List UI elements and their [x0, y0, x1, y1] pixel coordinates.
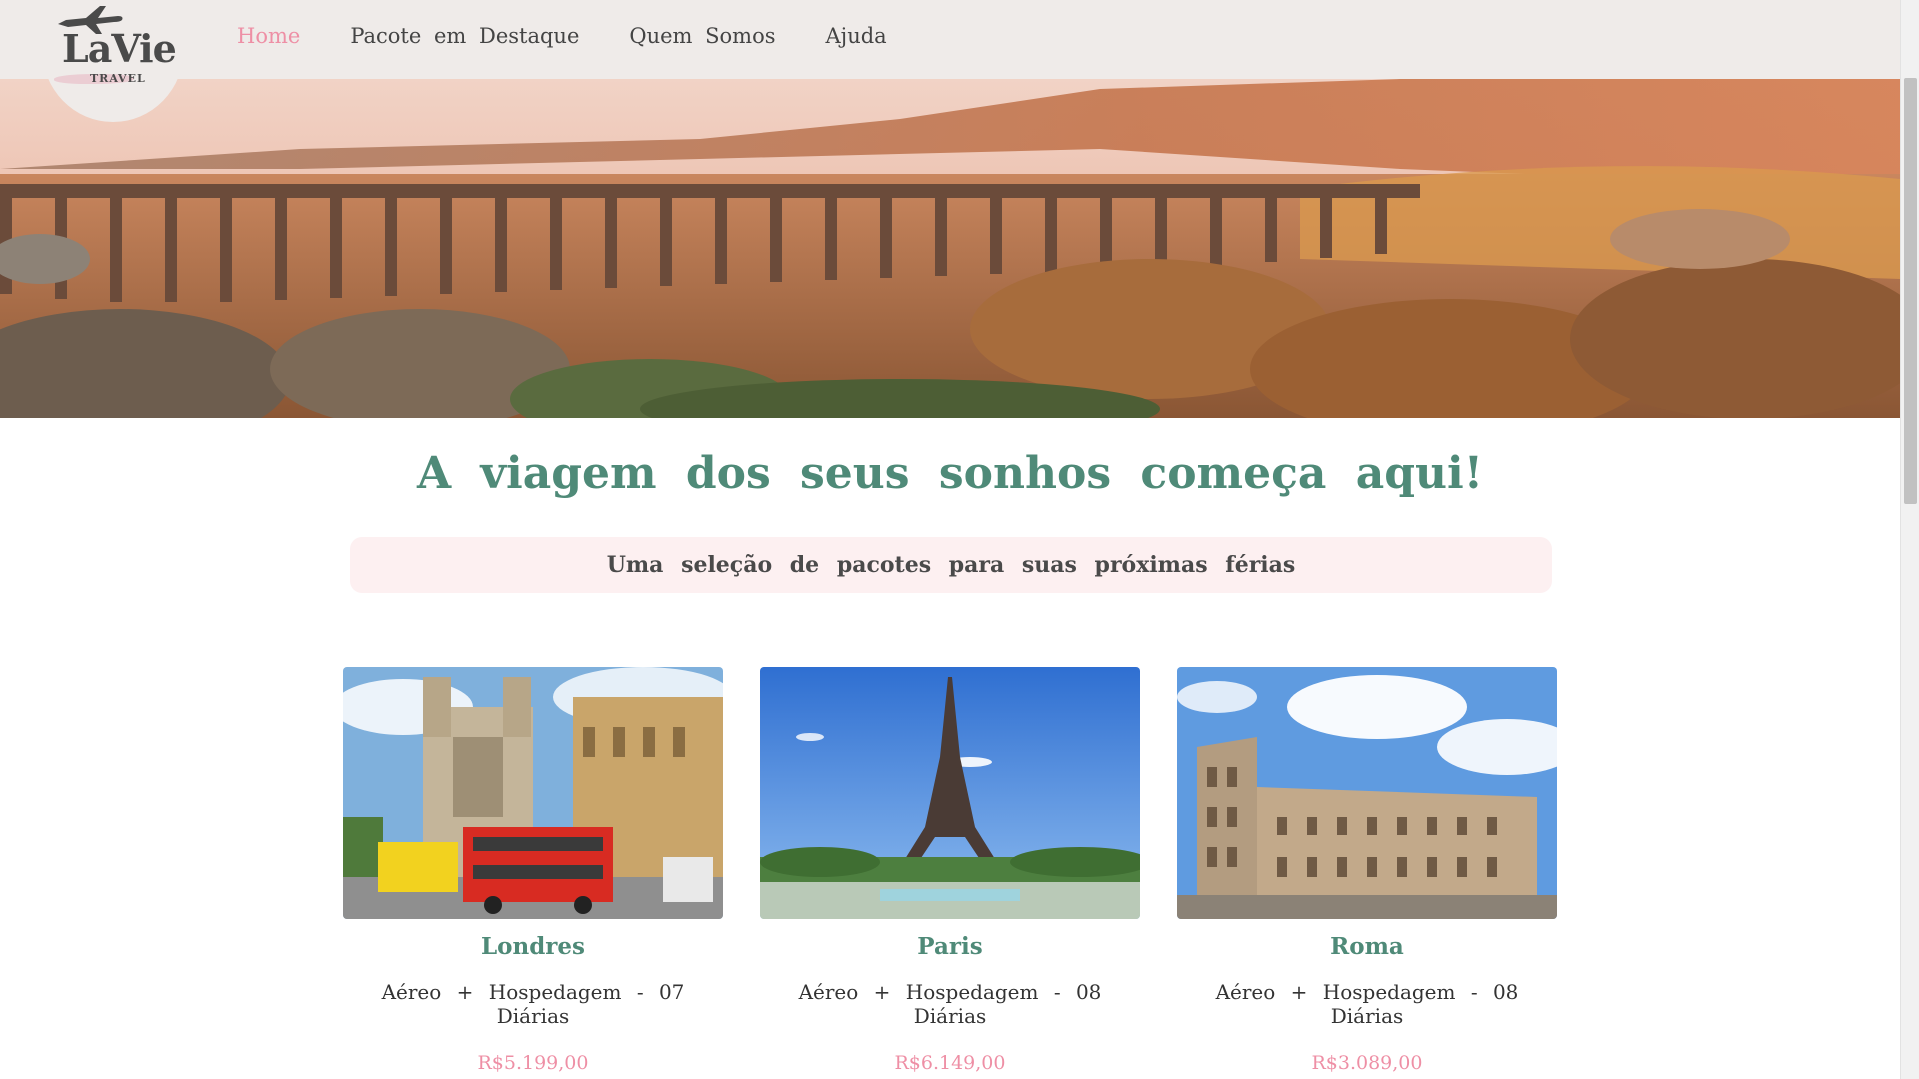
page-subtitle: Uma seleção de pacotes para suas próxima…	[606, 552, 1296, 578]
page: Home Pacote em Destaque Quem Somos Ajuda…	[0, 0, 1919, 1079]
nav-menu: Home Pacote em Destaque Quem Somos Ajuda	[237, 24, 937, 48]
package-card-londres[interactable]: Londres Aéreo + Hospedagem - 07 Diárias …	[343, 667, 723, 1079]
brand-logo[interactable]: LaVie TRAVEL	[50, 2, 180, 88]
rome-photo[interactable]	[1177, 667, 1557, 919]
package-city: Roma	[1330, 933, 1404, 960]
paris-eiffel-tower-photo	[760, 667, 1140, 919]
brand-tagline: TRAVEL	[90, 72, 146, 85]
package-card-paris[interactable]: Paris Aéreo + Hospedagem - 08 Diárias R$…	[760, 667, 1140, 1079]
package-description: Aéreo + Hospedagem - 08 Diárias	[798, 980, 1102, 1028]
nav-item-help[interactable]: Ajuda	[826, 24, 887, 48]
page-headline: A viagem dos seus sonhos começa aqui!	[416, 448, 1484, 499]
hero-banner	[0, 79, 1900, 418]
package-city: Paris	[917, 933, 983, 960]
package-city: Londres	[480, 933, 586, 960]
viaduct-landscape-image	[0, 79, 1900, 418]
package-cards: Londres Aéreo + Hospedagem - 07 Diárias …	[343, 667, 1558, 1079]
brand-name: LaVie	[62, 26, 177, 71]
nav-item-about-us[interactable]: Quem Somos	[629, 24, 775, 48]
subtitle-banner: Uma seleção de pacotes para suas próxima…	[350, 537, 1552, 593]
rome-colosseum-photo	[1177, 667, 1557, 919]
paris-photo[interactable]	[760, 667, 1140, 919]
package-description: Aéreo + Hospedagem - 08 Diárias	[1215, 980, 1519, 1028]
scrollbar-thumb[interactable]	[1904, 78, 1917, 504]
package-price: R$5.199,00	[477, 1052, 589, 1074]
london-westminster-bus-photo	[343, 667, 723, 919]
top-navbar: Home Pacote em Destaque Quem Somos Ajuda	[0, 0, 1900, 79]
package-price: R$3.089,00	[1311, 1052, 1423, 1074]
vertical-scrollbar[interactable]	[1900, 0, 1919, 1079]
package-price: R$6.149,00	[894, 1052, 1006, 1074]
london-photo[interactable]	[343, 667, 723, 919]
nav-item-home[interactable]: Home	[237, 24, 300, 48]
package-description: Aéreo + Hospedagem - 07 Diárias	[381, 980, 685, 1028]
nav-item-featured-package[interactable]: Pacote em Destaque	[350, 24, 579, 48]
package-card-roma[interactable]: Roma Aéreo + Hospedagem - 08 Diárias R$3…	[1177, 667, 1557, 1079]
